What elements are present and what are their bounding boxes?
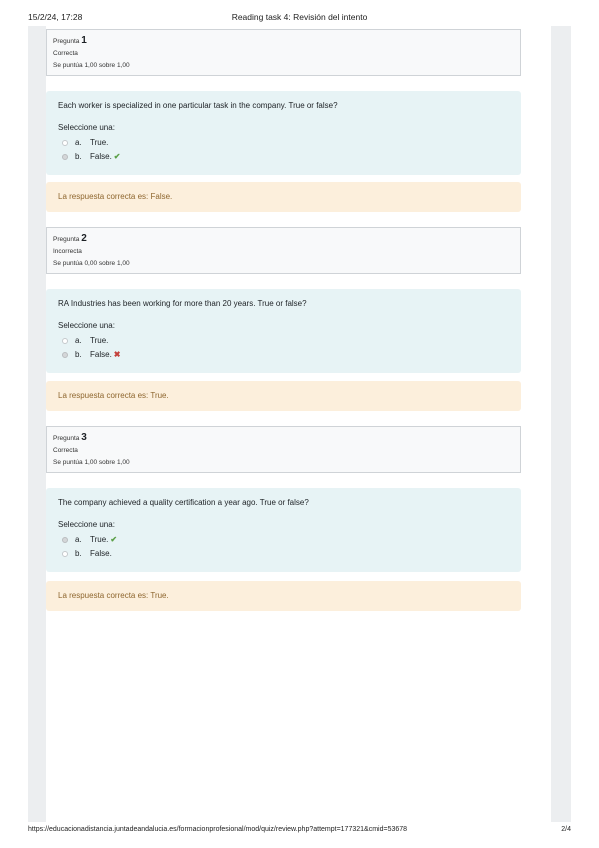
- answer-prompt: Seleccione una:: [58, 321, 115, 330]
- question-info: Pregunta 1 Correcta Se puntúa 1,00 sobre…: [46, 29, 521, 76]
- answer-prompt: Seleccione una:: [58, 520, 115, 529]
- question-status: Correcta: [53, 447, 78, 454]
- radio-button-selected[interactable]: [62, 537, 68, 543]
- question-number: Pregunta 2: [53, 233, 87, 244]
- question-score: Se puntúa 1,00 sobre 1,00: [53, 62, 130, 69]
- question-info: Pregunta 3 Correcta Se puntúa 1,00 sobre…: [46, 426, 521, 473]
- radio-button[interactable]: [62, 140, 68, 146]
- page-frame: Pregunta 1 Correcta Se puntúa 1,00 sobre…: [28, 26, 571, 822]
- option-letter: a.: [75, 138, 82, 147]
- check-icon: ✔: [110, 535, 118, 544]
- answer-option[interactable]: b. False. ✖: [58, 348, 509, 362]
- page-title: Reading task 4: Revisión del intento: [231, 12, 368, 22]
- option-letter: a.: [75, 535, 82, 544]
- cross-icon: ✖: [113, 350, 121, 359]
- answer-prompt: Seleccione una:: [58, 123, 115, 132]
- check-icon: ✔: [113, 152, 121, 161]
- option-letter: b.: [75, 152, 82, 161]
- correct-answer-feedback: La respuesta correcta es: False.: [46, 182, 521, 212]
- answer-option[interactable]: b. False.: [58, 547, 509, 561]
- answer-option[interactable]: b. False. ✔: [58, 150, 509, 164]
- option-text: False.: [90, 350, 112, 359]
- question-status: Incorrecta: [53, 248, 82, 255]
- question-info: Pregunta 2 Incorrecta Se puntúa 0,00 sob…: [46, 227, 521, 274]
- question-content: Each worker is specialized in one partic…: [46, 91, 521, 175]
- option-text: True.: [90, 535, 109, 544]
- page-url: https://educacionadistancia.juntadeandal…: [28, 826, 408, 833]
- radio-button-selected[interactable]: [62, 352, 68, 358]
- answer-option[interactable]: a. True.: [58, 334, 509, 348]
- option-letter: b.: [75, 549, 82, 558]
- question-text: RA Industries has been working for more …: [58, 299, 307, 308]
- option-text: False.: [90, 152, 112, 161]
- answer-option[interactable]: a. True.: [58, 136, 509, 150]
- print-header: 15/2/24, 17:28 Reading task 4: Revisión …: [28, 12, 571, 24]
- question-score: Se puntúa 1,00 sobre 1,00: [53, 459, 130, 466]
- radio-button[interactable]: [62, 551, 68, 557]
- option-text: False.: [90, 549, 112, 558]
- radio-button-selected[interactable]: [62, 154, 68, 160]
- option-text: True.: [90, 138, 109, 147]
- radio-button[interactable]: [62, 338, 68, 344]
- question-number: Pregunta 1: [53, 35, 87, 46]
- question-number: Pregunta 3: [53, 432, 87, 443]
- answer-option[interactable]: a. True. ✔: [58, 533, 509, 547]
- question-status: Correcta: [53, 50, 78, 57]
- option-letter: b.: [75, 350, 82, 359]
- page-number: 2/4: [561, 826, 571, 833]
- print-footer: https://educacionadistancia.juntadeandal…: [28, 826, 571, 838]
- question-text: The company achieved a quality certifica…: [58, 498, 309, 507]
- option-letter: a.: [75, 336, 82, 345]
- question-score: Se puntúa 0,00 sobre 1,00: [53, 260, 130, 267]
- quiz-review-content: Pregunta 1 Correcta Se puntúa 1,00 sobre…: [46, 26, 551, 822]
- question-content: The company achieved a quality certifica…: [46, 488, 521, 572]
- correct-answer-feedback: La respuesta correcta es: True.: [46, 381, 521, 411]
- option-text: True.: [90, 336, 109, 345]
- question-text: Each worker is specialized in one partic…: [58, 101, 338, 110]
- correct-answer-feedback: La respuesta correcta es: True.: [46, 581, 521, 611]
- question-content: RA Industries has been working for more …: [46, 289, 521, 373]
